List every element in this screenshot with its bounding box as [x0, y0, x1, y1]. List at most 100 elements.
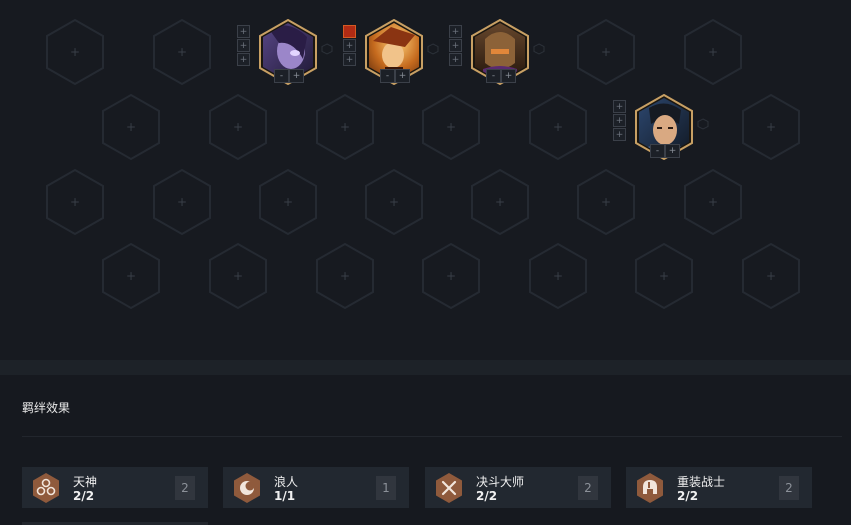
hex-cell[interactable]: + [422, 243, 480, 309]
hex-connector-icon [321, 43, 333, 55]
divider [22, 436, 842, 437]
trait-name: 重装战士 [677, 475, 726, 489]
plus-icon: + [552, 269, 564, 283]
trait-count: 2/2 [73, 489, 95, 503]
traits-title: 羁绊效果 [22, 401, 71, 415]
item-slot[interactable]: + [613, 114, 626, 127]
trait-name: 浪人 [274, 475, 299, 489]
hex-cell[interactable]: + [102, 243, 160, 309]
item-slot[interactable]: + [449, 53, 462, 66]
star-decrease-button[interactable]: - [274, 69, 289, 83]
star-level-control: - + [274, 69, 304, 83]
item-slot[interactable]: + [613, 100, 626, 113]
star-increase-button[interactable]: + [665, 144, 680, 158]
plus-icon: + [232, 120, 244, 134]
plus-icon: + [176, 45, 188, 59]
trait-count: 1/1 [274, 489, 296, 503]
hex-cell[interactable]: + [46, 169, 104, 235]
hex-cell[interactable]: + [365, 169, 423, 235]
star-level-control: - + [650, 144, 680, 158]
hex-cell[interactable]: + [153, 19, 211, 85]
plus-icon: + [282, 195, 294, 209]
trait-count: 2/2 [476, 489, 498, 503]
hex-cell[interactable]: + [635, 243, 693, 309]
helmet-icon [637, 473, 663, 503]
hex-cell[interactable]: + [742, 243, 800, 309]
plus-icon: + [445, 120, 457, 134]
hex-connector-icon [533, 43, 545, 55]
traits-panel: 羁绊效果 天神 2/2 2 浪人 1/1 1 决斗大师 2/2 2 重装战士 2… [0, 375, 851, 525]
hex-cell[interactable]: + [46, 19, 104, 85]
plus-icon: + [600, 45, 612, 59]
trait-badge: 1 [376, 476, 396, 500]
trait-name: 天神 [73, 475, 98, 489]
champion-unit-1[interactable]: + + + - + [237, 19, 333, 85]
item-slot[interactable]: + [343, 39, 356, 52]
plus-icon: + [552, 120, 564, 134]
item-slot[interactable]: + [449, 39, 462, 52]
trait-name: 决斗大师 [476, 475, 525, 489]
plus-icon: + [232, 269, 244, 283]
plus-icon: + [658, 269, 670, 283]
item-slot[interactable]: + [237, 25, 250, 38]
hex-cell[interactable]: + [684, 169, 742, 235]
item-slot[interactable]: + [613, 128, 626, 141]
item-slot[interactable]: + [343, 53, 356, 66]
hex-cell[interactable]: + [529, 243, 587, 309]
section-divider [0, 360, 851, 375]
trait-card[interactable]: 浪人 1/1 1 [223, 467, 409, 508]
plus-icon: + [339, 120, 351, 134]
item-slots: + + [343, 25, 357, 67]
plus-icon: + [600, 195, 612, 209]
hex-cell[interactable]: + [209, 243, 267, 309]
trait-badge: 2 [779, 476, 799, 500]
champion-unit-3[interactable]: + + + - + [449, 19, 545, 85]
equipped-item-icon[interactable] [343, 25, 356, 38]
trait-badge: 2 [578, 476, 598, 500]
plus-icon: + [707, 195, 719, 209]
star-decrease-button[interactable]: - [380, 69, 395, 83]
hex-cell[interactable]: + [577, 19, 635, 85]
crossed-swords-icon [436, 473, 462, 503]
hex-cell[interactable]: + [422, 94, 480, 160]
champion-unit-4[interactable]: + + + - + [613, 94, 709, 160]
hex-cell[interactable]: + [577, 169, 635, 235]
item-slots: + + + [613, 100, 627, 142]
plus-icon: + [176, 195, 188, 209]
star-increase-button[interactable]: + [289, 69, 304, 83]
trait-badge: 2 [175, 476, 195, 500]
hex-cell[interactable]: + [153, 169, 211, 235]
plus-icon: + [388, 195, 400, 209]
star-increase-button[interactable]: + [395, 69, 410, 83]
star-decrease-button[interactable]: - [486, 69, 501, 83]
trait-count: 2/2 [677, 489, 699, 503]
plus-icon: + [125, 120, 137, 134]
plus-icon: + [339, 269, 351, 283]
hex-cell[interactable]: + [209, 94, 267, 160]
plus-icon: + [69, 45, 81, 59]
trait-card[interactable]: 重装战士 2/2 2 [626, 467, 812, 508]
hex-cell[interactable]: + [102, 94, 160, 160]
star-increase-button[interactable]: + [501, 69, 516, 83]
star-level-control: - + [380, 69, 410, 83]
item-slot[interactable]: + [237, 53, 250, 66]
item-slots: + + + [237, 25, 251, 67]
triad-icon [33, 473, 59, 503]
champion-unit-2[interactable]: + + - + [343, 19, 439, 85]
item-slot[interactable]: + [237, 39, 250, 52]
hex-cell[interactable]: + [529, 94, 587, 160]
trait-card[interactable]: 天神 2/2 2 [22, 467, 208, 508]
hex-cell[interactable]: + [684, 19, 742, 85]
hex-cell[interactable]: + [471, 169, 529, 235]
hex-cell[interactable]: + [316, 94, 374, 160]
hex-connector-icon [697, 118, 709, 130]
hex-cell[interactable]: + [742, 94, 800, 160]
plus-icon: + [69, 195, 81, 209]
hex-cell[interactable]: + [259, 169, 317, 235]
plus-icon: + [765, 269, 777, 283]
item-slot[interactable]: + [449, 25, 462, 38]
trait-card[interactable]: 决斗大师 2/2 2 [425, 467, 611, 508]
plus-icon: + [125, 269, 137, 283]
hex-cell[interactable]: + [316, 243, 374, 309]
star-decrease-button[interactable]: - [650, 144, 665, 158]
